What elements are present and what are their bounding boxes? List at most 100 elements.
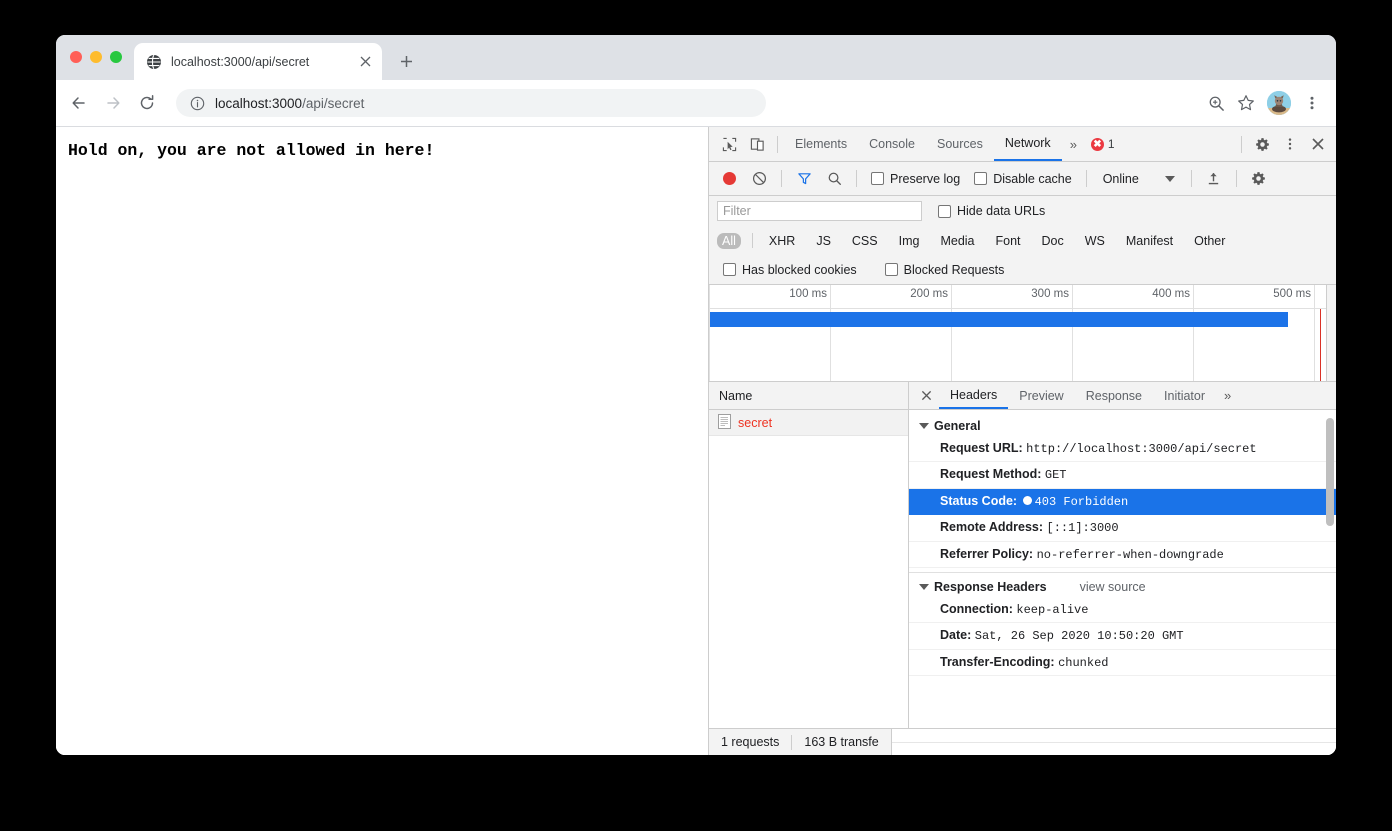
blocked-requests-checkbox[interactable]: Blocked Requests — [879, 263, 1011, 277]
type-filter-img[interactable]: Img — [894, 233, 925, 249]
status-bar-overflow — [890, 729, 1336, 755]
filter-input[interactable]: Filter — [717, 201, 922, 221]
detail-tab-initiator[interactable]: Initiator — [1153, 382, 1216, 409]
request-detail-panel: Headers Preview Response Initiator » Gen… — [909, 382, 1336, 728]
devtools-tab-console[interactable]: Console — [858, 127, 926, 161]
error-badge[interactable]: ✖ 1 — [1085, 137, 1121, 151]
back-button[interactable] — [64, 88, 94, 118]
type-filter-xhr[interactable]: XHR — [764, 233, 800, 249]
inspect-cursor-icon[interactable] — [715, 131, 743, 157]
type-filter-font[interactable]: Font — [991, 233, 1026, 249]
type-filter-manifest[interactable]: Manifest — [1121, 233, 1178, 249]
header-row-connection[interactable]: Connection: keep-alive — [909, 597, 1336, 624]
tab-strip: localhost:3000/api/secret — [56, 35, 1336, 80]
error-count: 1 — [1107, 137, 1115, 151]
browser-tab[interactable]: localhost:3000/api/secret — [134, 43, 382, 80]
checkbox-box — [723, 263, 736, 276]
close-window-button[interactable] — [70, 51, 82, 63]
headers-content: General Request URL: http://localhost:30… — [909, 410, 1336, 728]
clear-icon[interactable] — [745, 166, 773, 192]
type-filter-js[interactable]: JS — [811, 233, 836, 249]
gear-icon[interactable] — [1245, 166, 1273, 192]
type-filter-css[interactable]: CSS — [847, 233, 883, 249]
scrollbar-thumb[interactable] — [1326, 418, 1334, 526]
gear-icon[interactable] — [1248, 131, 1276, 157]
header-row-transfer-encoding[interactable]: Transfer-Encoding: chunked — [909, 650, 1336, 677]
address-bar[interactable]: localhost:3000/api/secret — [176, 89, 766, 117]
header-row-referrer-policy[interactable]: Referrer Policy: no-referrer-when-downgr… — [909, 542, 1336, 568]
hide-data-urls-checkbox[interactable]: Hide data URLs — [932, 204, 1051, 218]
header-row-date[interactable]: Date: Sat, 26 Sep 2020 10:50:20 GMT — [909, 623, 1336, 650]
type-filter-ws[interactable]: WS — [1080, 233, 1110, 249]
disable-cache-checkbox[interactable]: Disable cache — [968, 172, 1078, 186]
browser-window: localhost:3000/api/secret localhost:3000… — [56, 35, 1336, 755]
page-viewport: Hold on, you are not allowed in here! — [56, 127, 708, 755]
forward-button[interactable] — [98, 88, 128, 118]
funnel-icon[interactable] — [790, 166, 818, 192]
close-icon[interactable] — [1304, 131, 1332, 157]
checkbox-box — [871, 172, 884, 185]
detail-tab-headers[interactable]: Headers — [939, 382, 1009, 409]
request-list-header-name[interactable]: Name — [709, 382, 908, 410]
new-tab-button[interactable] — [394, 49, 418, 73]
resource-type-filters: All XHR JS CSS Img Media Font Doc WS Man… — [709, 226, 1336, 255]
header-key: Request Method: — [940, 467, 1042, 482]
timeline-tick-100ms: 100 ms — [789, 288, 827, 300]
header-value: 403 Forbidden — [1034, 494, 1129, 509]
network-overview-timeline[interactable]: 100 ms 200 ms 300 ms 400 ms 500 ms — [709, 285, 1336, 382]
search-icon[interactable] — [820, 166, 848, 192]
maximize-window-button[interactable] — [110, 51, 122, 63]
detail-tab-response[interactable]: Response — [1075, 382, 1153, 409]
minimize-window-button[interactable] — [90, 51, 102, 63]
timeline-tick-200ms: 200 ms — [910, 288, 948, 300]
header-row-request-url[interactable]: Request URL: http://localhost:3000/api/s… — [909, 436, 1336, 463]
timeline-request-bar — [710, 312, 1288, 327]
reload-button[interactable] — [132, 88, 162, 118]
header-row-status-code[interactable]: Status Code: 403 Forbidden — [909, 488, 1336, 516]
avatar[interactable] — [1267, 91, 1291, 115]
timeline-right-edge — [1326, 285, 1336, 381]
kebab-menu-icon[interactable] — [1298, 89, 1326, 117]
request-detail-tabs: Headers Preview Response Initiator » — [909, 382, 1336, 410]
info-circle-icon[interactable] — [190, 96, 205, 111]
close-icon[interactable] — [913, 382, 939, 409]
type-filter-other[interactable]: Other — [1189, 233, 1230, 249]
response-headers-section-header[interactable]: Response Headers view source — [909, 577, 1336, 597]
devtools-tab-sources[interactable]: Sources — [926, 127, 994, 161]
has-blocked-cookies-checkbox[interactable]: Has blocked cookies — [717, 263, 863, 277]
detail-tab-preview[interactable]: Preview — [1008, 382, 1074, 409]
header-row-request-method[interactable]: Request Method: GET — [909, 462, 1336, 489]
header-value: no-referrer-when-downgrade — [1036, 547, 1224, 562]
detail-tabs-overflow[interactable]: » — [1216, 382, 1239, 409]
desktop-background: localhost:3000/api/secret localhost:3000… — [0, 0, 1392, 831]
status-indicator-icon — [1022, 495, 1032, 505]
type-filter-all[interactable]: All — [717, 232, 741, 249]
request-list-empty-area — [709, 436, 908, 728]
devtools-tab-network[interactable]: Network — [993, 127, 1062, 161]
request-name: secret — [738, 415, 773, 430]
devtools-tab-elements[interactable]: Elements — [784, 127, 858, 161]
table-row[interactable]: secret — [709, 410, 908, 436]
kebab-menu-icon[interactable] — [1276, 131, 1304, 157]
general-section-header[interactable]: General — [909, 416, 1336, 436]
divider — [1085, 170, 1087, 187]
throttle-dropdown[interactable]: Online — [1095, 172, 1183, 186]
star-icon[interactable] — [1232, 89, 1260, 117]
preserve-log-label: Preserve log — [890, 171, 961, 186]
checkbox-box — [884, 263, 898, 276]
record-button[interactable] — [715, 166, 743, 192]
type-filter-media[interactable]: Media — [935, 233, 979, 249]
view-source-link[interactable]: view source — [1080, 580, 1146, 594]
zoom-in-icon[interactable] — [1202, 89, 1230, 117]
device-toolbar-icon[interactable] — [743, 131, 771, 157]
header-row-remote-address[interactable]: Remote Address: [::1]:3000 — [909, 515, 1336, 542]
browser-toolbar: localhost:3000/api/secret — [56, 80, 1336, 127]
close-icon[interactable] — [356, 53, 374, 71]
upload-arrow-icon[interactable] — [1200, 166, 1228, 192]
devtools-tabs-overflow[interactable]: » — [1062, 127, 1085, 161]
divider — [1235, 170, 1237, 187]
timeline-tick-400ms: 400 ms — [1152, 288, 1190, 300]
type-filter-doc[interactable]: Doc — [1037, 233, 1069, 249]
preserve-log-checkbox[interactable]: Preserve log — [865, 172, 966, 186]
devtools-tab-bar: Elements Console Sources Network » ✖ 1 — [709, 127, 1336, 162]
